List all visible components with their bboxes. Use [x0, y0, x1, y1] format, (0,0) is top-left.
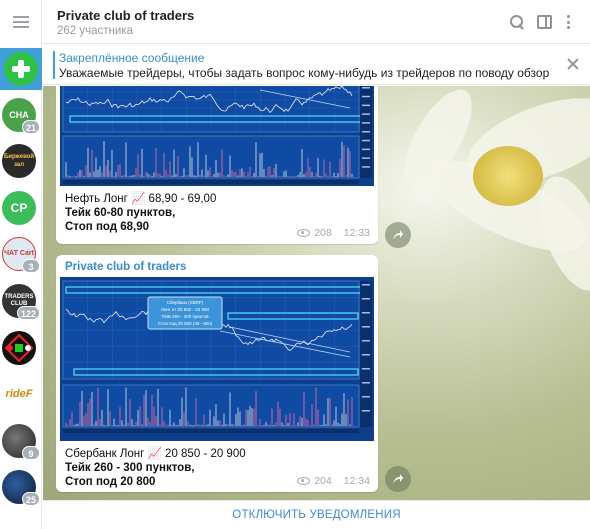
unread-badge: 25: [21, 492, 40, 506]
chat-avatar-7[interactable]: rideF: [2, 377, 36, 411]
chat-list-sidebar: СНА 21 Биржевой зал CP ЧАТ Cart 3 TRADER…: [0, 0, 42, 529]
chat-avatar-4[interactable]: ЧАТ Cart 3: [2, 237, 40, 273]
mute-notifications-button[interactable]: ОТКЛЮЧИТЬ УВЕДОМЛЕНИЯ: [232, 509, 400, 521]
message-line: Стоп под 68,90: [65, 221, 150, 233]
message-text-2: Сбербанк Лонг 📈 20 850 - 20 900 Тейк 260…: [65, 447, 246, 489]
time-axis: [63, 429, 359, 433]
message-line: Тейк 260 - 300 пунктов,: [65, 462, 195, 474]
message-line: Тейк 60-80 пунктов,: [65, 207, 176, 219]
callout-line: Тейк 260 - 300 пунктов: [161, 313, 209, 319]
price-tick: [362, 368, 370, 370]
price-tick: [362, 148, 370, 151]
background-flower-center: [473, 146, 543, 206]
share-arrow-icon: [393, 474, 403, 484]
share-button[interactable]: [385, 222, 411, 248]
message-line: Стоп под 20 800: [65, 476, 156, 488]
member-count: 262 участника: [57, 25, 133, 37]
pinned-message-bar[interactable]: Закреплённое сообщение Уважаемые трейдер…: [43, 45, 590, 85]
view-count: 208: [314, 227, 332, 239]
side-panel-icon[interactable]: [537, 15, 552, 29]
share-button[interactable]: [385, 466, 411, 492]
chat-area: Нефть Лонг 📈 68,90 - 69,00 Тейк 60-80 пу…: [43, 86, 590, 500]
price-tick: [362, 131, 370, 133]
price-tick: [362, 382, 370, 384]
chat-avatar-3-label: CP: [2, 191, 36, 225]
price-tick: [362, 298, 370, 300]
chat-avatar-1[interactable]: СНА 21: [2, 98, 40, 134]
price-tick: [362, 410, 370, 412]
message-bubble-2: Private club of traders Сбербанк (SBRF) …: [56, 255, 378, 492]
price-tick: [362, 87, 370, 89]
plus-icon: [4, 52, 38, 86]
close-icon[interactable]: [566, 57, 580, 71]
chat-header: Private club of traders 262 участника: [43, 0, 590, 44]
more-options-icon[interactable]: [565, 15, 571, 29]
message-bubble-1: Нефть Лонг 📈 68,90 - 69,00 Тейк 60-80 пу…: [56, 86, 378, 244]
price-tick: [362, 284, 370, 286]
callout-line: Лонг от 20 850 - 20 900: [161, 307, 210, 312]
time-axis: [63, 180, 359, 184]
price-tick: [362, 326, 370, 328]
message-meta-1: 208 12:33: [297, 227, 370, 239]
price-tick: [362, 166, 370, 168]
chat-avatar-9[interactable]: 25: [2, 470, 40, 506]
chat-avatar-7-label: rideF: [2, 377, 36, 411]
price-tick: [362, 396, 370, 398]
diamond-logo-icon: [4, 333, 34, 363]
price-tick: [362, 139, 370, 142]
callout-line: Сбербанк (SBRF): [167, 300, 204, 305]
callout-line: Стоп под 20 800 (40 - 60п): [158, 321, 213, 326]
search-icon[interactable]: [509, 14, 525, 30]
chat-avatar-8[interactable]: 9: [2, 424, 40, 460]
price-tick: [362, 340, 370, 342]
chat-avatar-3[interactable]: CP: [2, 191, 36, 225]
menu-icon: [13, 16, 29, 28]
volume-panel: [62, 135, 360, 179]
price-tick: [362, 312, 370, 314]
chart-image-sber[interactable]: Сбербанк (SBRF) Лонг от 20 850 - 20 900 …: [60, 277, 374, 441]
unread-badge: 21: [21, 120, 40, 134]
hamburger-menu-button[interactable]: [0, 0, 42, 44]
message-time: 12:34: [343, 475, 370, 487]
volume-panel: [62, 384, 360, 428]
message-time: 12:33: [343, 227, 370, 239]
unread-badge: 3: [22, 259, 40, 273]
message-line: Нефть Лонг 📈 68,90 - 69,00: [65, 193, 217, 205]
chart-image-oil[interactable]: [60, 86, 374, 186]
chat-title[interactable]: Private club of traders: [57, 8, 194, 23]
bottom-bar: ОТКЛЮЧИТЬ УВЕДОМЛЕНИЯ: [43, 500, 590, 529]
unread-badge: 122: [16, 306, 40, 320]
price-tick: [362, 354, 370, 356]
pinned-accent-bar: [53, 51, 55, 79]
sber-chart: Сбербанк (SBRF) Лонг от 20 850 - 20 900 …: [60, 277, 374, 441]
price-tick: [362, 122, 370, 124]
pinned-text: Уважаемые трейдеры, чтобы задать вопрос …: [59, 66, 549, 80]
chart-callout: Сбербанк (SBRF) Лонг от 20 850 - 20 900 …: [147, 296, 223, 330]
chat-avatar-2-label: Биржевой зал: [2, 144, 36, 178]
chat-avatar-5[interactable]: TRADERS CLUB 122: [2, 284, 40, 320]
price-tick: [362, 104, 370, 107]
oil-chart: [60, 86, 374, 186]
view-count: 204: [314, 475, 332, 487]
chat-avatar-active[interactable]: [0, 48, 42, 90]
pinned-title: Закреплённое сообщение: [59, 51, 205, 65]
chat-avatar-6-image: [2, 331, 36, 365]
chat-avatar-2[interactable]: Биржевой зал: [2, 144, 36, 178]
price-tick: [362, 113, 370, 115]
chat-avatar-6[interactable]: [2, 331, 36, 365]
message-line: Сбербанк Лонг 📈 20 850 - 20 900: [65, 448, 246, 460]
views-icon: [297, 477, 311, 485]
share-arrow-icon: [393, 230, 403, 240]
message-meta-2: 204 12:34: [297, 475, 370, 487]
unread-badge: 9: [22, 446, 40, 460]
sender-name[interactable]: Private club of traders: [65, 261, 186, 273]
message-text-1: Нефть Лонг 📈 68,90 - 69,00 Тейк 60-80 пу…: [65, 192, 216, 234]
price-tick: [362, 157, 370, 159]
views-icon: [297, 229, 311, 237]
price-tick: [362, 95, 370, 98]
